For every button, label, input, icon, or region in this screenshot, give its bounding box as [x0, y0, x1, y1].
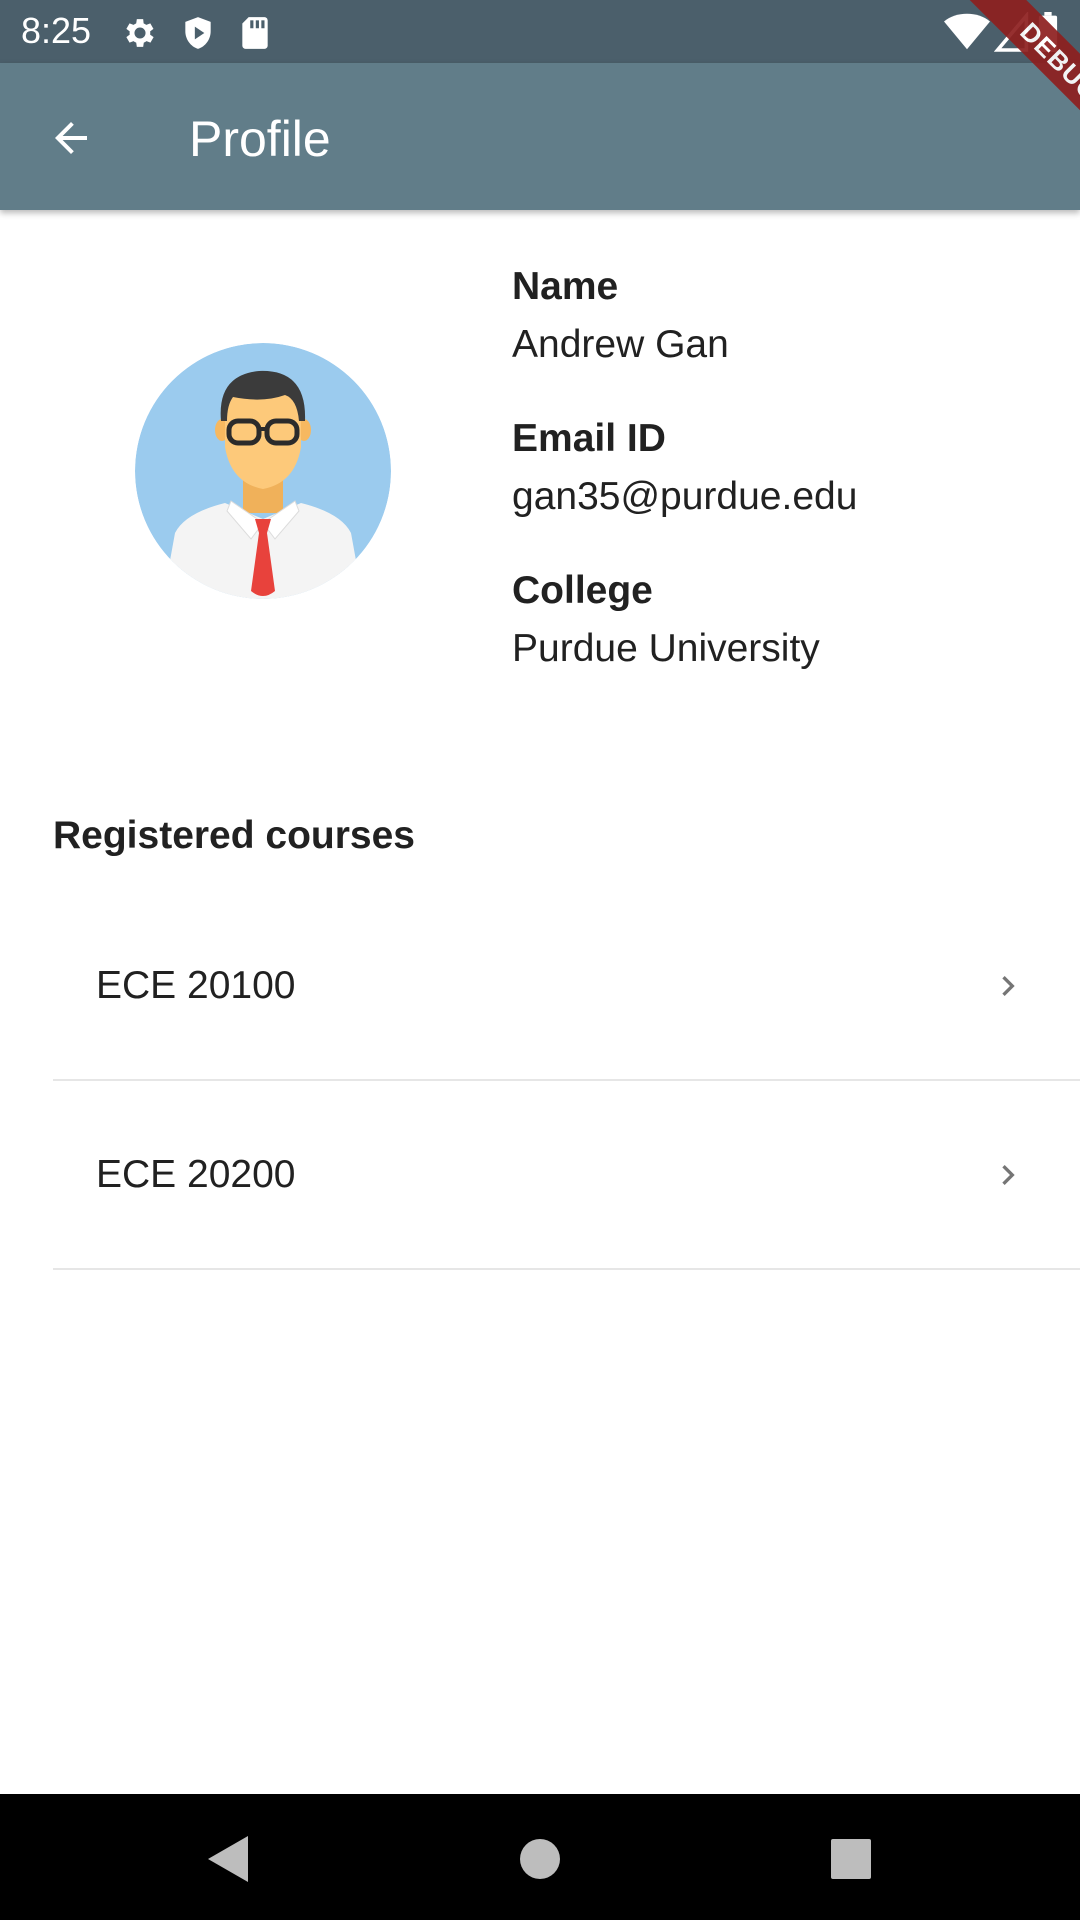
nav-home-button[interactable]	[513, 1832, 567, 1886]
back-button[interactable]	[36, 103, 106, 173]
profile-field-college: College Purdue University	[512, 562, 1052, 678]
gear-icon	[126, 19, 154, 47]
field-value: Purdue University	[512, 627, 820, 670]
app-bar: Profile	[0, 63, 1080, 210]
field-label: Email ID	[512, 417, 666, 460]
user-avatar-illustration	[135, 343, 391, 599]
field-value: Andrew Gan	[512, 323, 729, 366]
course-item-ece-20100[interactable]: ECE 20100	[53, 892, 1080, 1081]
profile-field-name: Name Andrew Gan	[512, 258, 1052, 374]
page-title: Profile	[189, 111, 331, 167]
course-label: ECE 20200	[96, 1153, 296, 1196]
status-bar: 8:25	[0, 0, 1080, 63]
nav-recents-button[interactable]	[824, 1832, 878, 1886]
recents-square-icon	[831, 1839, 871, 1879]
shield-play-icon	[185, 17, 211, 49]
back-triangle-icon	[208, 1836, 248, 1882]
arrow-back-icon	[55, 122, 87, 154]
course-label: ECE 20100	[96, 964, 296, 1007]
nav-back-button[interactable]	[200, 1832, 254, 1886]
wifi-icon	[944, 13, 990, 50]
status-time: 8:25	[21, 10, 92, 51]
system-nav-bar	[0, 1794, 1080, 1920]
section-title-courses: Registered courses	[53, 814, 415, 857]
avatar	[135, 343, 391, 599]
course-list: ECE 20100 ECE 20200	[53, 892, 1080, 1270]
chevron-right-icon	[1002, 976, 1015, 996]
profile-field-email: Email ID gan35@purdue.edu	[512, 410, 1052, 526]
signal-icon	[994, 12, 1029, 52]
field-value: gan35@purdue.edu	[512, 475, 858, 518]
home-circle-icon	[520, 1839, 560, 1879]
chevron-right-icon	[1002, 1165, 1015, 1185]
course-item-ece-20200[interactable]: ECE 20200	[53, 1081, 1080, 1270]
sd-card-icon	[242, 17, 268, 49]
field-label: Name	[512, 265, 619, 308]
field-label: College	[512, 569, 653, 612]
profile-info: Name Andrew Gan Email ID gan35@purdue.ed…	[512, 258, 1052, 714]
battery-icon	[1038, 12, 1058, 52]
